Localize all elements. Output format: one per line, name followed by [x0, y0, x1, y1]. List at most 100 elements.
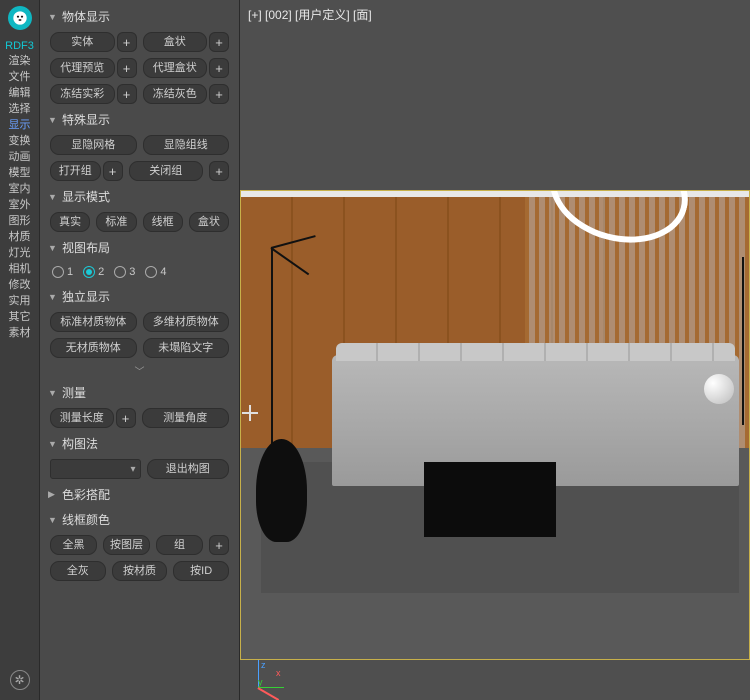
btn[interactable]: 打开组	[50, 161, 101, 181]
viewport-scene	[241, 191, 749, 659]
btn[interactable]: 未塌陷文字	[143, 338, 230, 358]
btn[interactable]: 全灰	[50, 561, 106, 581]
section-header[interactable]: 特殊显示	[46, 107, 233, 132]
viewport-label[interactable]: [+] [002] [用户定义] [面]	[248, 6, 372, 23]
btn[interactable]: 盒状	[143, 32, 208, 52]
add-button[interactable]: +	[116, 408, 136, 428]
add-button[interactable]: +	[209, 58, 229, 78]
section-header[interactable]: 线框颜色	[46, 507, 233, 532]
btn[interactable]: 按ID	[173, 561, 229, 581]
btn[interactable]: 测量长度	[50, 408, 114, 428]
nav-item-0[interactable]: RDF3	[5, 40, 34, 52]
panel-row: 实体+盒状+	[46, 29, 233, 55]
nav-item-5[interactable]: 显示	[5, 116, 34, 132]
nav-item-2[interactable]: 文件	[5, 68, 34, 84]
section-header[interactable]: 构图法	[46, 431, 233, 456]
composition-combo[interactable]: ▾	[50, 459, 141, 479]
section-title: 色彩搭配	[62, 486, 110, 503]
btn[interactable]: 按材质	[112, 561, 168, 581]
btn[interactable]: 显隐组线	[143, 135, 230, 155]
btn[interactable]: 退出构图	[147, 459, 230, 479]
btn[interactable]: 代理盒状	[143, 58, 208, 78]
chevron-icon	[48, 489, 58, 500]
btn[interactable]: 按图层	[103, 535, 150, 555]
panel-row: 全黑按图层组 +	[46, 532, 233, 558]
nav-item-13[interactable]: 灯光	[5, 244, 34, 260]
section-title: 物体显示	[62, 8, 110, 25]
viewport-frame[interactable]	[240, 190, 750, 660]
nav-item-12[interactable]: 材质	[5, 228, 34, 244]
section-header[interactable]: 视图布局	[46, 235, 233, 260]
section-title: 视图布局	[62, 239, 110, 256]
btn[interactable]: 盒状	[189, 212, 229, 232]
radio-2[interactable]: 2	[83, 266, 104, 278]
nav-item-3[interactable]: 编辑	[5, 84, 34, 100]
add-button[interactable]: +	[117, 58, 137, 78]
btn[interactable]: 组	[156, 535, 203, 555]
btn[interactable]: 测量角度	[142, 408, 230, 428]
btn[interactable]: 标准材质物体	[50, 312, 137, 332]
viewport[interactable]: [+] [002] [用户定义] [面] z y x	[240, 0, 750, 700]
nav-item-18[interactable]: 素材	[5, 324, 34, 340]
section-header[interactable]: 显示模式	[46, 184, 233, 209]
radio-1[interactable]: 1	[52, 266, 73, 278]
btn[interactable]: 标准	[96, 212, 136, 232]
panel-row: 代理预览+代理盒状+	[46, 55, 233, 81]
section-header[interactable]: 色彩搭配	[46, 482, 233, 507]
btn[interactable]: 真实	[50, 212, 90, 232]
nav-item-4[interactable]: 选择	[5, 100, 34, 116]
section-title: 线框颜色	[62, 511, 110, 528]
nav-item-17[interactable]: 其它	[5, 308, 34, 324]
gizmo-x-axis: x	[276, 668, 281, 678]
section-header[interactable]: 测量	[46, 380, 233, 405]
panel-row: 1234	[46, 260, 233, 284]
chevron-icon	[48, 515, 58, 525]
section-title: 构图法	[62, 435, 98, 452]
nav-item-16[interactable]: 实用	[5, 292, 34, 308]
nav-item-1[interactable]: 渲染	[5, 52, 34, 68]
btn[interactable]: 实体	[50, 32, 115, 52]
nav-item-14[interactable]: 相机	[5, 260, 34, 276]
expand-chevron-icon[interactable]: ﹀	[46, 361, 233, 380]
nav-item-11[interactable]: 图形	[5, 212, 34, 228]
display-panel: 物体显示实体+盒状+代理预览+代理盒状+冻结实彩+冻结灰色+特殊显示显隐网格显隐…	[40, 0, 240, 700]
add-button[interactable]: +	[209, 32, 229, 52]
btn[interactable]: 全黑	[50, 535, 97, 555]
section-header[interactable]: 物体显示	[46, 4, 233, 29]
chevron-icon	[48, 115, 58, 125]
crosshair-cursor-icon	[242, 405, 258, 421]
btn[interactable]: 代理预览	[50, 58, 115, 78]
nav-item-9[interactable]: 室内	[5, 180, 34, 196]
panel-row: 冻结实彩+冻结灰色+	[46, 81, 233, 107]
nav-item-8[interactable]: 模型	[5, 164, 34, 180]
panel-row: 全灰按材质按ID	[46, 558, 233, 584]
panel-row: 无材质物体未塌陷文字	[46, 335, 233, 361]
btn[interactable]: 冻结灰色	[143, 84, 208, 104]
section-header[interactable]: 独立显示	[46, 284, 233, 309]
add-button[interactable]: +	[209, 161, 229, 181]
section-title: 显示模式	[62, 188, 110, 205]
radio-4[interactable]: 4	[145, 266, 166, 278]
add-button[interactable]: +	[209, 84, 229, 104]
chevron-icon	[48, 243, 58, 253]
panel-row: 显隐网格显隐组线	[46, 132, 233, 158]
left-nav-bar: RDF3渲染文件编辑选择显示变换动画模型室内室外图形材质灯光相机修改实用其它素材…	[0, 0, 40, 700]
nav-item-6[interactable]: 变换	[5, 132, 34, 148]
add-button[interactable]: +	[117, 84, 137, 104]
axis-gizmo[interactable]: z y x	[254, 652, 294, 692]
settings-gear-icon[interactable]: ✲	[10, 670, 30, 690]
btn[interactable]: 显隐网格	[50, 135, 137, 155]
btn[interactable]: 无材质物体	[50, 338, 137, 358]
btn[interactable]: 冻结实彩	[50, 84, 115, 104]
add-button[interactable]: +	[117, 32, 137, 52]
nav-item-15[interactable]: 修改	[5, 276, 34, 292]
add-button[interactable]: +	[209, 535, 229, 555]
nav-item-10[interactable]: 室外	[5, 196, 34, 212]
panel-row: 标准材质物体多维材质物体	[46, 309, 233, 335]
radio-3[interactable]: 3	[114, 266, 135, 278]
nav-item-7[interactable]: 动画	[5, 148, 34, 164]
btn[interactable]: 关闭组	[129, 161, 204, 181]
btn[interactable]: 多维材质物体	[143, 312, 230, 332]
add-button[interactable]: +	[103, 161, 123, 181]
btn[interactable]: 线框	[143, 212, 183, 232]
